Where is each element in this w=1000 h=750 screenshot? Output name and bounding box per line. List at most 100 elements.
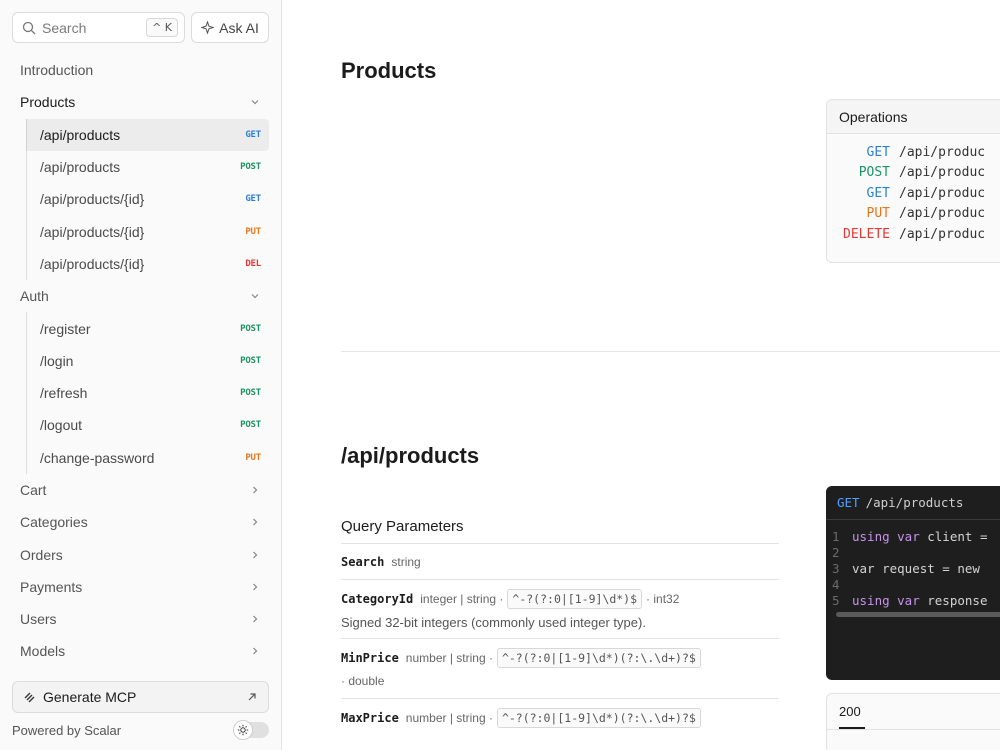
method-badge: POST bbox=[240, 388, 261, 399]
section-divider bbox=[341, 351, 1000, 352]
ask-ai-label: Ask AI bbox=[219, 19, 259, 36]
param-type: number | string · bbox=[405, 711, 493, 725]
sidebar-item-post-products[interactable]: /api/products POST bbox=[26, 150, 269, 184]
param-format: · double bbox=[341, 674, 385, 688]
param-pattern: ^-?(?:0|[1-9]\d*)(?:\.\d+)?$ bbox=[496, 708, 701, 728]
method-badge: GET bbox=[245, 129, 261, 140]
search-placeholder: Search bbox=[42, 19, 87, 36]
chevron-right-icon bbox=[253, 518, 258, 526]
code-text: response bbox=[919, 592, 988, 608]
chevron-down-icon bbox=[251, 294, 259, 299]
mcp-icon bbox=[24, 692, 35, 703]
operation-row[interactable]: GET /api/produc bbox=[827, 183, 1000, 204]
operation-path: /api/produc bbox=[899, 144, 986, 160]
method-badge: POST bbox=[240, 355, 261, 366]
sidebar-item-categories[interactable]: Categories bbox=[12, 506, 269, 538]
line-number: 2 bbox=[832, 544, 840, 560]
sidebar-item-label: /logout bbox=[40, 417, 83, 434]
chevron-right-icon bbox=[253, 486, 258, 494]
sidebar-item-users[interactable]: Users bbox=[12, 603, 269, 635]
theme-toggle[interactable] bbox=[233, 720, 269, 740]
sidebar-item-payments[interactable]: Payments bbox=[12, 571, 269, 603]
endpoint-title: /api/products bbox=[341, 443, 480, 468]
sidebar-item-label: Cart bbox=[20, 482, 47, 498]
param-type: integer | string · bbox=[420, 592, 504, 606]
operation-row[interactable]: GET /api/produc bbox=[827, 142, 1000, 163]
code-line: 2 bbox=[826, 544, 1000, 560]
sidebar-item-delete-product-by-id[interactable]: /api/products/{id} DEL bbox=[26, 247, 269, 281]
param-type: number | string · bbox=[405, 651, 493, 665]
code-text: var request = new bbox=[852, 560, 980, 576]
code-method: GET bbox=[837, 495, 860, 510]
method-badge: PUT bbox=[245, 226, 261, 237]
sidebar-item-login[interactable]: /login POST bbox=[26, 344, 269, 377]
param-name: Search bbox=[341, 555, 385, 569]
powered-by-label[interactable]: Powered by Scalar bbox=[12, 723, 121, 738]
sidebar-item-refresh[interactable]: /refresh POST bbox=[26, 376, 269, 410]
operation-path: /api/produc bbox=[899, 206, 986, 222]
operation-method: GET bbox=[866, 185, 890, 201]
sidebar-item-label: Orders bbox=[20, 546, 63, 563]
code-sample-card: GET /api/products 1 using var client = 2… bbox=[826, 486, 1000, 680]
search-shortcut: ^ K bbox=[146, 18, 178, 37]
method-badge: DEL bbox=[245, 258, 261, 269]
method-badge: POST bbox=[240, 420, 261, 431]
sidebar-item-get-product-by-id[interactable]: /api/products/{id} GET bbox=[26, 183, 269, 216]
param-category-id: CategoryId integer | string · ^-?(?:0|[1… bbox=[341, 580, 779, 639]
sidebar-item-label: /login bbox=[40, 352, 74, 369]
response-status-tab[interactable]: 200 bbox=[839, 704, 861, 719]
sidebar-footer: Generate MCP Powered by Scalar bbox=[12, 681, 269, 740]
operation-path: /api/produc bbox=[899, 165, 986, 181]
operation-row[interactable]: DELETE /api/produc bbox=[827, 224, 1000, 245]
search-input[interactable]: Search ^ K bbox=[12, 12, 185, 43]
sidebar: Search ^ K Ask AI Introduction Products … bbox=[0, 0, 282, 750]
method-badge: GET bbox=[245, 194, 261, 205]
param-name: MinPrice bbox=[341, 651, 399, 665]
line-number: 5 bbox=[832, 592, 840, 608]
method-badge: PUT bbox=[245, 452, 261, 463]
param-format: · int32 bbox=[646, 592, 680, 606]
sidebar-item-cart[interactable]: Cart bbox=[12, 474, 269, 506]
sidebar-item-register[interactable]: /register POST bbox=[26, 312, 269, 345]
sidebar-item-auth[interactable]: Auth bbox=[12, 280, 269, 312]
code-path: /api/products bbox=[865, 495, 964, 510]
param-search: Search string bbox=[341, 544, 779, 580]
ask-ai-button[interactable]: Ask AI bbox=[191, 12, 269, 43]
query-parameters: Query Parameters Search string CategoryI… bbox=[341, 510, 779, 736]
sidebar-item-label: /api/products/{id} bbox=[40, 223, 145, 240]
generate-mcp-button[interactable]: Generate MCP bbox=[12, 681, 269, 713]
sidebar-item-products[interactable]: Products bbox=[12, 86, 269, 118]
sidebar-item-label: /refresh bbox=[40, 385, 88, 402]
code-text: client = bbox=[919, 528, 988, 544]
operation-method: DELETE bbox=[843, 226, 890, 242]
sidebar-item-label: /api/products/{id} bbox=[40, 191, 145, 208]
query-parameters-title: Query Parameters bbox=[341, 510, 779, 544]
sidebar-item-change-password[interactable]: /change-password PUT bbox=[26, 441, 269, 474]
chevron-right-icon bbox=[253, 583, 258, 591]
method-badge: POST bbox=[240, 162, 261, 173]
sun-icon bbox=[237, 724, 249, 736]
chevron-down-icon bbox=[251, 100, 259, 105]
code-line: 1 using var client = bbox=[826, 528, 1000, 544]
sidebar-nav: Introduction Products /api/products GET … bbox=[12, 54, 269, 668]
search-icon bbox=[22, 21, 36, 34]
param-description: Signed 32-bit integers (commonly used in… bbox=[341, 615, 646, 630]
sidebar-item-logout[interactable]: /logout POST bbox=[26, 409, 269, 442]
sidebar-item-label: Introduction bbox=[20, 62, 94, 79]
code-keyword: using var bbox=[852, 592, 920, 608]
operations-card: Operations GET /api/produc POST /api/pro… bbox=[826, 99, 1000, 263]
sidebar-item-put-product-by-id[interactable]: /api/products/{id} PUT bbox=[26, 215, 269, 248]
param-pattern: ^-?(?:0|[1-9]\d*)$ bbox=[507, 589, 643, 609]
operation-row[interactable]: PUT /api/produc bbox=[827, 204, 1000, 225]
operation-row[interactable]: POST /api/produc bbox=[827, 163, 1000, 184]
sidebar-item-introduction[interactable]: Introduction bbox=[12, 54, 269, 86]
code-body[interactable]: 1 using var client = 2 3 var request = n… bbox=[826, 520, 1000, 617]
sidebar-item-get-products[interactable]: /api/products GET bbox=[26, 118, 269, 151]
sidebar-item-orders[interactable]: Orders bbox=[12, 538, 269, 570]
chevron-right-icon bbox=[253, 615, 258, 623]
code-scrollbar[interactable] bbox=[836, 612, 1000, 617]
code-line: 5 using var response bbox=[826, 592, 1000, 608]
chevron-right-icon bbox=[253, 551, 258, 559]
sidebar-item-models[interactable]: Models bbox=[12, 635, 269, 667]
sidebar-item-label: /api/products bbox=[40, 126, 121, 143]
